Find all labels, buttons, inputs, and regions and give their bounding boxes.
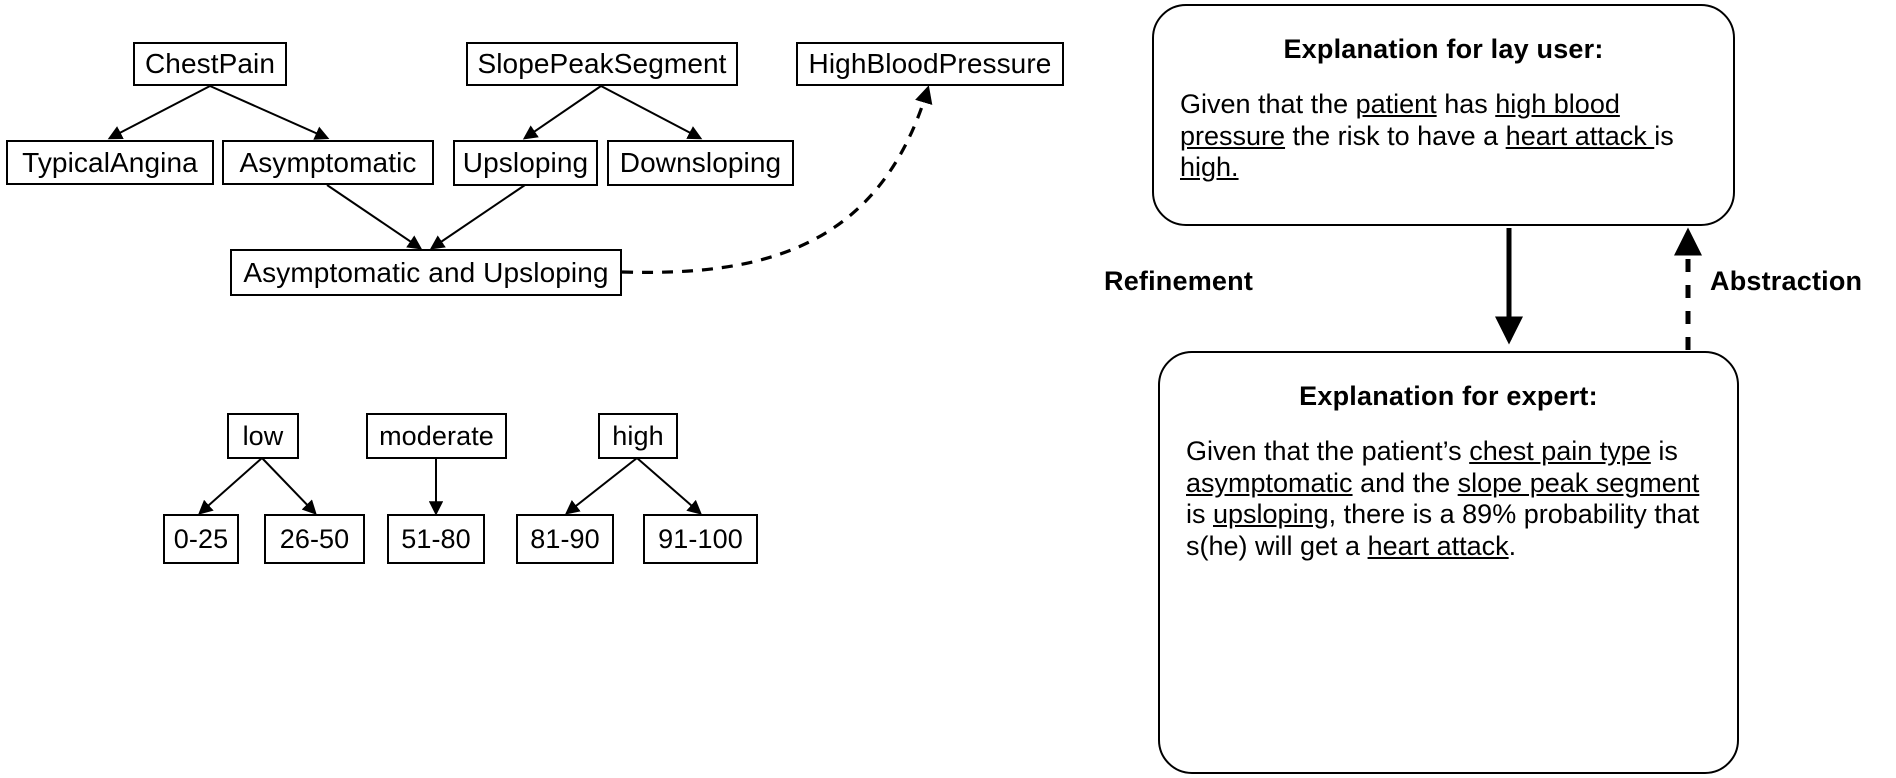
node-label: 91-100 — [658, 523, 743, 554]
diagram-canvas: ChestPain TypicalAngina Asymptomatic Slo… — [0, 0, 1896, 778]
node-label: low — [242, 420, 284, 451]
node-asymptomatic[interactable]: Asymptomatic — [222, 140, 434, 185]
edge-low-children — [198, 457, 317, 515]
edge-slope-children — [522, 85, 703, 140]
node-label: 81-90 — [530, 523, 600, 554]
edge-to-combined — [326, 184, 526, 250]
node-range-26-50[interactable]: 26-50 — [264, 514, 365, 564]
node-downsloping[interactable]: Downsloping — [607, 140, 794, 186]
node-label: Upsloping — [462, 147, 589, 178]
node-label: moderate — [379, 420, 494, 451]
expert-explanation-box[interactable]: Explanation for expert: Given that the p… — [1158, 351, 1739, 774]
node-chestpain[interactable]: ChestPain — [133, 42, 287, 86]
node-risk-low[interactable]: low — [227, 413, 299, 459]
node-label: Downsloping — [619, 147, 782, 178]
node-label: SlopePeakSegment — [477, 48, 727, 79]
node-risk-high[interactable]: high — [598, 413, 678, 459]
lay-user-title: Explanation for lay user: — [1283, 34, 1604, 64]
node-upsloping[interactable]: Upsloping — [453, 140, 598, 186]
node-highbloodpressure[interactable]: HighBloodPressure — [796, 42, 1064, 86]
lay-user-text: Given that the patient has high blood pr… — [1180, 89, 1674, 183]
node-range-0-25[interactable]: 0-25 — [163, 514, 239, 564]
node-range-91-100[interactable]: 91-100 — [643, 514, 758, 564]
node-label: TypicalAngina — [22, 146, 198, 178]
expert-title: Explanation for expert: — [1299, 381, 1598, 411]
expert-text: Given that the patient’s chest pain type… — [1186, 436, 1700, 561]
node-label: Asymptomatic — [239, 146, 417, 178]
node-label: ChestPain — [144, 48, 276, 79]
edge-high-children — [564, 457, 702, 515]
node-label: Asymptomatic and Upsloping — [243, 256, 609, 288]
edge-chestpain-children — [107, 85, 330, 140]
abstraction-label: Abstraction — [1710, 266, 1863, 296]
refinement-label: Refinement — [1104, 266, 1254, 296]
lay-user-explanation-box[interactable]: Explanation for lay user: Given that the… — [1152, 4, 1735, 226]
node-range-81-90[interactable]: 81-90 — [516, 514, 614, 564]
node-typicalangina[interactable]: TypicalAngina — [6, 140, 214, 185]
node-asymptomatic-and-upsloping[interactable]: Asymptomatic and Upsloping — [230, 249, 622, 296]
node-risk-moderate[interactable]: moderate — [366, 413, 507, 459]
node-slopepeaksegment[interactable]: SlopePeakSegment — [466, 42, 738, 86]
node-label: HighBloodPressure — [808, 48, 1052, 79]
node-label: 26-50 — [279, 523, 350, 554]
node-label: 0-25 — [173, 523, 229, 554]
node-label: 51-80 — [401, 523, 471, 554]
node-range-51-80[interactable]: 51-80 — [387, 514, 485, 564]
node-label: high — [612, 420, 664, 451]
